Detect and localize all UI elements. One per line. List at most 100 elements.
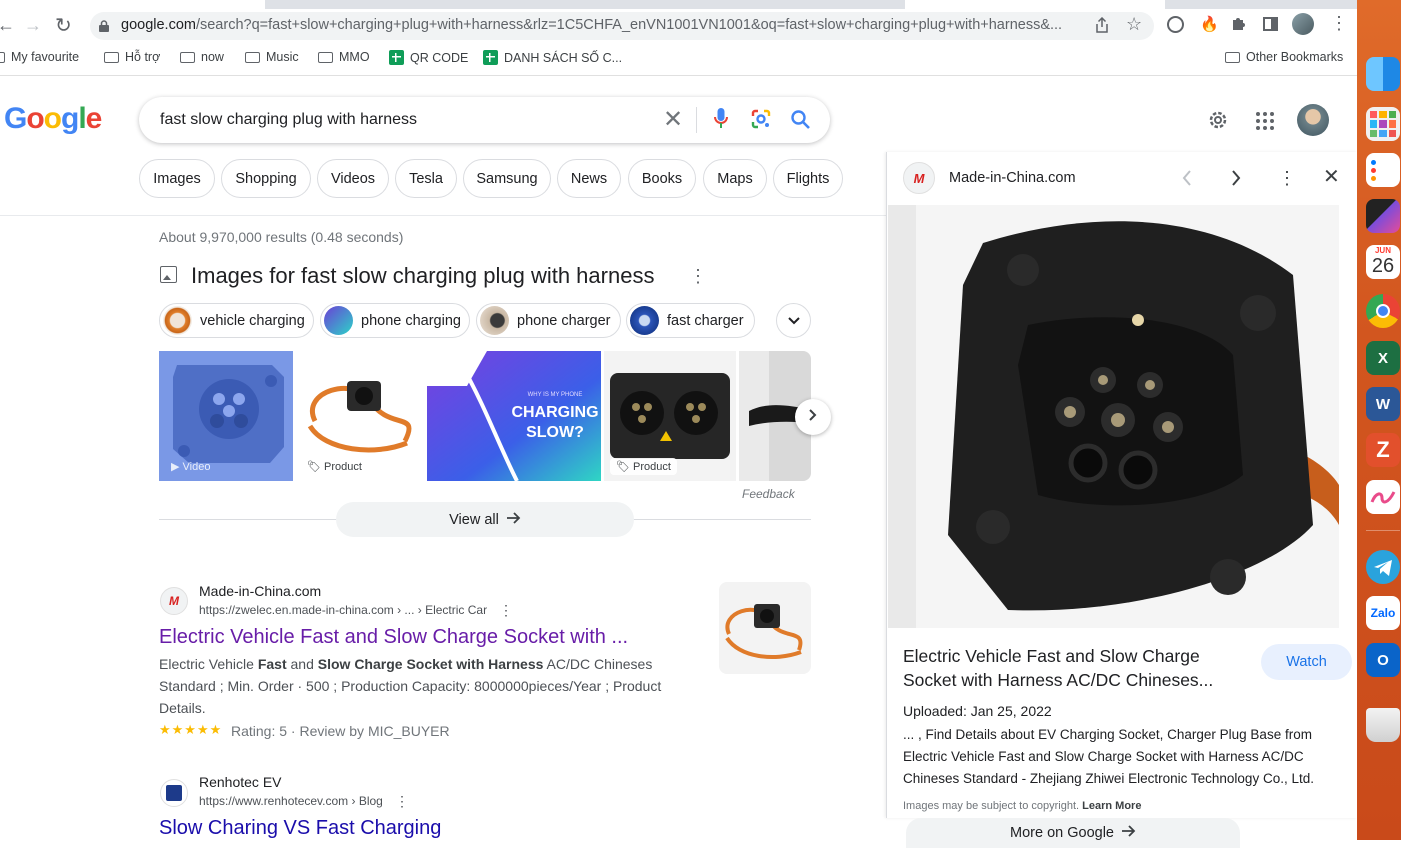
result-title-link[interactable]: Electric Vehicle Fast and Slow Charge So…: [159, 626, 628, 649]
result-options-icon[interactable]: ⋮: [499, 602, 513, 619]
result-url[interactable]: https://zwelec.en.made-in-china.com › ..…: [199, 603, 487, 617]
result-site-name[interactable]: Renhotec EV: [199, 774, 282, 790]
star-bookmark-icon[interactable]: ☆: [1126, 14, 1142, 35]
profile-avatar[interactable]: [1292, 13, 1314, 35]
panel-source-name[interactable]: Made-in-China.com: [949, 170, 1076, 186]
bookmark-my-favourite[interactable]: My favourite: [0, 50, 79, 64]
image-tile[interactable]: ▶ Video: [159, 351, 293, 481]
back-icon[interactable]: ←: [0, 15, 15, 36]
images-section-title[interactable]: Images for fast slow charging plug with …: [191, 263, 654, 289]
result-options-icon[interactable]: ⋮: [395, 793, 409, 810]
search-icon[interactable]: [791, 110, 810, 134]
chip-maps[interactable]: Maps: [703, 159, 767, 198]
next-images-button[interactable]: [795, 399, 831, 435]
finder-icon[interactable]: [1366, 57, 1400, 91]
image-chip-phone-charger[interactable]: phone charger: [476, 303, 621, 338]
lock-icon[interactable]: [99, 19, 109, 32]
url-host: google.com: [121, 17, 196, 33]
bookmark-other[interactable]: Other Bookmarks: [1225, 50, 1343, 64]
panel-more-icon[interactable]: ⋮: [1278, 168, 1296, 189]
more-on-google-button[interactable]: More on Google: [906, 818, 1240, 848]
zalo-icon[interactable]: Zalo: [1366, 596, 1400, 630]
bookmark-music[interactable]: Music: [245, 50, 299, 64]
image-chip-vehicle-charging[interactable]: vehicle charging: [159, 303, 314, 338]
share-icon[interactable]: [1095, 16, 1109, 38]
chip-images[interactable]: Images: [139, 159, 215, 198]
next-icon[interactable]: [1231, 170, 1241, 191]
google-logo[interactable]: Google: [4, 102, 103, 136]
final-cut-icon[interactable]: [1366, 199, 1400, 233]
logo-letter: G: [4, 102, 27, 135]
result-site-name[interactable]: Made-in-China.com: [199, 583, 321, 599]
more-options-icon[interactable]: ⋮: [689, 266, 707, 287]
extension-flame-icon[interactable]: 🔥: [1200, 15, 1219, 33]
url-text[interactable]: google.com/search?q=fast+slow+charging+p…: [121, 17, 1081, 33]
result-stats: About 9,970,000 results (0.48 seconds): [159, 229, 404, 245]
chip-books[interactable]: Books: [628, 159, 696, 198]
bookmark-now[interactable]: now: [180, 50, 224, 64]
image-chip-fast-charger[interactable]: fast charger: [626, 303, 755, 338]
result-title-link[interactable]: Slow Charing VS Fast Charging: [159, 817, 441, 840]
source-favicon: M: [903, 162, 935, 194]
learn-more-link[interactable]: Learn More: [1082, 800, 1141, 812]
chip-news[interactable]: News: [557, 159, 621, 198]
tab[interactable]: [905, 0, 1165, 9]
download-icon[interactable]: [1167, 16, 1184, 33]
chevron-right-icon: [809, 408, 817, 426]
panel-image-title[interactable]: Electric Vehicle Fast and Slow Charge So…: [903, 644, 1233, 692]
snippet-bold: Slow Charge Socket with Harness: [317, 656, 544, 672]
result-thumbnail[interactable]: [719, 582, 811, 674]
close-icon[interactable]: ✕: [1323, 167, 1340, 187]
bookmark-ho-tro[interactable]: Hỗ trợ: [104, 50, 160, 64]
watch-button[interactable]: Watch: [1261, 644, 1352, 680]
extensions-puzzle-icon[interactable]: [1231, 15, 1247, 36]
chip-flights[interactable]: Flights: [773, 159, 843, 198]
chip-videos[interactable]: Videos: [317, 159, 389, 198]
logo-letter: e: [85, 102, 103, 135]
forward-icon[interactable]: →: [24, 15, 42, 36]
side-panel-icon[interactable]: [1263, 17, 1278, 31]
chevron-down-icon: [787, 312, 800, 330]
bookmark-label: QR CODE: [410, 50, 469, 65]
trash-icon[interactable]: [1366, 708, 1400, 742]
calendar-icon[interactable]: JUN 26: [1366, 245, 1400, 279]
arrow-right-icon: [1121, 825, 1136, 841]
previous-icon[interactable]: [1182, 170, 1192, 191]
telegram-icon[interactable]: [1366, 550, 1400, 584]
image-tile[interactable]: 🏷 Product: [295, 351, 424, 481]
image-tile[interactable]: WHY IS MY PHONE CHARGING SLOW?: [427, 351, 601, 481]
excel-icon[interactable]: X: [1366, 341, 1400, 375]
zotero-icon[interactable]: Z: [1366, 433, 1400, 467]
bookmark-qr-code[interactable]: QR CODE: [389, 50, 468, 65]
chip-samsung[interactable]: Samsung: [463, 159, 551, 198]
apps-grid-icon[interactable]: [1256, 112, 1274, 135]
word-icon[interactable]: W: [1366, 387, 1400, 421]
view-all-button[interactable]: View all: [336, 502, 634, 537]
outlook-icon[interactable]: O: [1366, 643, 1400, 677]
chrome-icon[interactable]: [1366, 294, 1400, 328]
google-lens-icon[interactable]: [751, 109, 771, 134]
snippet-bold: Fast: [257, 656, 287, 672]
microphone-icon[interactable]: [714, 108, 728, 135]
feedback-link[interactable]: Feedback: [742, 487, 795, 501]
expand-chips-button[interactable]: [776, 303, 811, 338]
account-avatar[interactable]: [1297, 104, 1329, 136]
bookmark-danh-sach[interactable]: DANH SÁCH SỐ C...: [483, 50, 622, 65]
chip-shopping[interactable]: Shopping: [221, 159, 311, 198]
chrome-menu-icon[interactable]: ⋮: [1330, 13, 1348, 34]
launchpad-icon[interactable]: [1366, 107, 1400, 141]
reload-icon[interactable]: ↻: [55, 13, 72, 38]
image-chip-phone-charging[interactable]: phone charging: [320, 303, 470, 338]
result-url[interactable]: https://www.renhotecev.com › Blog: [199, 794, 383, 808]
clear-icon[interactable]: ✕: [663, 108, 683, 132]
search-input[interactable]: fast slow charging plug with harness: [160, 111, 417, 129]
chip-tesla[interactable]: Tesla: [395, 159, 457, 198]
image-tile[interactable]: 🏷 Product: [604, 351, 736, 481]
preview-image[interactable]: [888, 205, 1339, 628]
reminders-icon[interactable]: [1366, 153, 1400, 187]
tab[interactable]: [0, 0, 265, 9]
copyright-text: Images may be subject to copyright.: [903, 800, 1080, 812]
settings-gear-icon[interactable]: [1207, 109, 1229, 136]
freeform-icon[interactable]: [1366, 480, 1400, 514]
bookmark-mmo[interactable]: MMO: [318, 50, 370, 64]
